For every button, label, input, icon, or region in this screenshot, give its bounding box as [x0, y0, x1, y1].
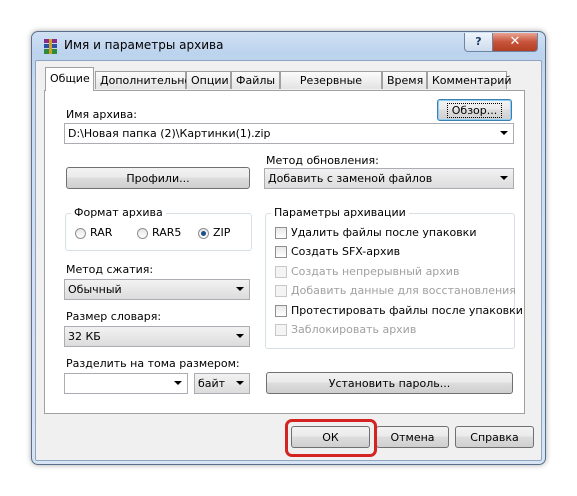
- tab-files[interactable]: Файлы: [231, 71, 280, 89]
- chevron-down-icon: [174, 381, 182, 385]
- format-zip-radio[interactable]: [198, 228, 209, 239]
- dictionary-size-label: Размер словаря:: [66, 310, 162, 323]
- chevron-down-icon: [236, 334, 244, 338]
- archiving-options-label: Параметры архивации: [271, 206, 409, 219]
- set-password-button[interactable]: Установить пароль...: [266, 372, 513, 394]
- tab-backup[interactable]: Резервные копии: [280, 71, 382, 104]
- chevron-down-icon: [500, 176, 508, 180]
- archive-name-value: D:\Новая папка (2)\Картинки(1).zip: [68, 127, 271, 140]
- solid-archive-checkbox: [275, 266, 287, 278]
- split-volume-unit-select[interactable]: байт: [194, 373, 250, 394]
- test-files-checkbox[interactable]: [275, 305, 287, 317]
- lock-archive-checkbox: [275, 324, 287, 336]
- create-sfx-checkbox[interactable]: [275, 246, 287, 258]
- compression-method-value: Обычный: [68, 283, 122, 296]
- split-volume-size-combo[interactable]: [64, 373, 188, 394]
- update-method-label: Метод обновления:: [266, 154, 379, 167]
- profiles-button[interactable]: Профили...: [66, 167, 250, 189]
- lock-archive-label: Заблокировать архив: [291, 323, 417, 336]
- archive-name-label: Имя архива:: [66, 108, 137, 121]
- tab-comment[interactable]: Комментарий: [427, 71, 512, 89]
- chevron-down-icon: [236, 287, 244, 291]
- format-rar5-radio[interactable]: [137, 228, 148, 239]
- archive-format-label: Формат архива: [71, 206, 166, 219]
- chevron-down-icon: [500, 131, 508, 135]
- delete-files-label[interactable]: Удалить файлы после упаковки: [291, 226, 476, 239]
- update-method-select[interactable]: Добавить с заменой файлов: [264, 168, 514, 189]
- solid-archive-label: Создать непрерывный архив: [291, 265, 460, 278]
- test-files-label[interactable]: Протестировать файлы после упаковки: [291, 304, 523, 317]
- recovery-record-checkbox: [275, 285, 287, 297]
- cancel-button[interactable]: Отмена: [376, 426, 449, 448]
- window-title: Имя и параметры архива: [64, 38, 224, 52]
- tab-time[interactable]: Время: [382, 71, 427, 89]
- format-zip-label[interactable]: ZIP: [213, 226, 230, 239]
- compression-method-select[interactable]: Обычный: [64, 279, 250, 300]
- close-button[interactable]: ✕: [492, 33, 538, 52]
- compression-method-label: Метод сжатия:: [66, 263, 154, 276]
- browse-button[interactable]: Обзор...: [437, 99, 512, 121]
- dictionary-size-value: 32 КБ: [68, 330, 101, 343]
- recovery-record-label: Добавить данные для восстановления: [291, 284, 516, 297]
- create-sfx-label[interactable]: Создать SFX-архив: [291, 245, 400, 258]
- dictionary-size-select[interactable]: 32 КБ: [64, 326, 250, 347]
- winrar-app-icon: [44, 39, 57, 54]
- help-button[interactable]: Справка: [455, 426, 534, 448]
- update-method-value: Добавить с заменой файлов: [268, 172, 433, 185]
- format-rar-label[interactable]: RAR: [90, 226, 112, 239]
- split-volume-label: Разделить на тома размером:: [66, 357, 240, 370]
- archive-name-combo[interactable]: D:\Новая папка (2)\Картинки(1).zip: [64, 123, 514, 144]
- chevron-down-icon: [236, 381, 244, 385]
- ok-button-highlight: [285, 419, 377, 457]
- tab-general[interactable]: Общие: [45, 67, 94, 91]
- tab-advanced[interactable]: Дополнительно: [95, 71, 191, 89]
- split-volume-unit-value: байт: [198, 377, 226, 390]
- delete-files-checkbox[interactable]: [275, 227, 287, 239]
- tab-options[interactable]: Опции: [186, 71, 231, 89]
- format-rar5-label[interactable]: RAR5: [152, 226, 181, 239]
- format-rar-radio[interactable]: [75, 228, 86, 239]
- browse-button-label: Обзор...: [446, 103, 503, 118]
- help-caption-button[interactable]: ?: [464, 33, 493, 52]
